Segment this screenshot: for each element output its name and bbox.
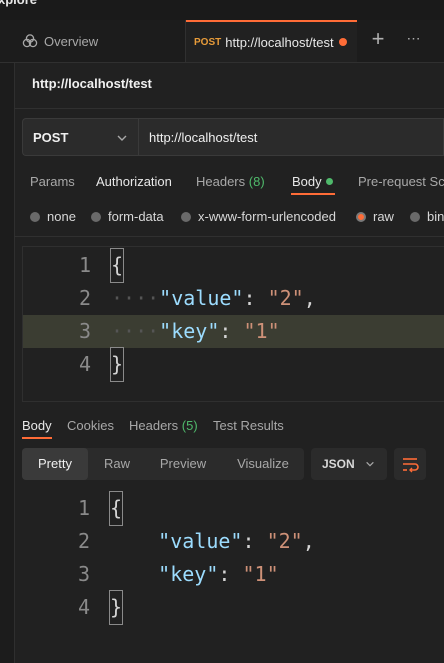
radio-circle-icon	[181, 211, 191, 222]
response-body-viewer[interactable]: 1 { 2 "value": "2", 3 "key": "1" 4 }	[22, 491, 444, 632]
response-headers-count-badge: (5)	[181, 418, 198, 433]
close-brace: }	[109, 347, 125, 382]
method-select-value: POST	[33, 129, 69, 145]
radio-selected-icon	[356, 211, 366, 222]
json-key: "value"	[159, 286, 244, 310]
code-line: 3 "key": "1"	[22, 558, 444, 591]
wrap-lines-button[interactable]	[394, 448, 426, 480]
radio-x-www-form-urlencoded[interactable]: x-www-form-urlencoded	[181, 209, 336, 224]
tab-headers-label: Headers	[196, 174, 246, 189]
line-number: 4	[78, 352, 91, 376]
view-pretty-button[interactable]: Pretty	[22, 448, 88, 480]
line-number: 1	[77, 496, 90, 520]
radio-form-data[interactable]: form-data	[91, 209, 164, 224]
active-tab-underline	[22, 437, 52, 439]
radio-circle-icon	[91, 211, 101, 222]
json-key: "key"	[158, 562, 219, 586]
tab-request-label: http://localhost/test	[225, 34, 334, 50]
wrap-lines-icon	[403, 458, 419, 473]
open-brace: {	[109, 248, 125, 283]
tab-request[interactable]: POST http://localhost/test	[186, 20, 357, 62]
json-value: "1"	[243, 319, 280, 343]
radio-circle-icon	[410, 211, 420, 222]
url-input-value: http://localhost/test	[149, 129, 258, 145]
code-line: 1 {	[22, 491, 444, 526]
response-format-select[interactable]: JSON	[311, 448, 387, 480]
view-raw-button[interactable]: Raw	[90, 448, 144, 480]
tab-headers[interactable]: Headers (8)	[196, 174, 265, 189]
response-tab-body[interactable]: Body	[22, 418, 52, 433]
radio-circle-icon	[30, 211, 40, 222]
tab-authorization[interactable]: Authorization	[96, 174, 172, 189]
code-line: 2 "value": "2",	[22, 525, 444, 558]
divider	[14, 108, 444, 109]
radio-label: bin	[427, 209, 444, 224]
json-key: "value"	[158, 529, 243, 553]
response-format-value: JSON	[322, 457, 355, 471]
method-select[interactable]: POST	[22, 118, 138, 156]
new-tab-button[interactable]: +	[366, 27, 390, 53]
response-tab-headers[interactable]: Headers (5)	[129, 418, 198, 433]
chevron-down-icon	[366, 461, 374, 467]
line-number: 3	[78, 319, 91, 343]
app-title: xplore	[0, 0, 37, 7]
line-number: 1	[78, 253, 91, 277]
code-line: 2 ····"value": "2",	[23, 282, 444, 315]
open-brace: {	[108, 491, 124, 526]
response-tab-test-results[interactable]: Test Results	[213, 418, 284, 433]
json-value: "1"	[242, 562, 279, 586]
more-tabs-icon[interactable]: ⋯	[400, 30, 428, 50]
chevron-down-icon	[117, 135, 127, 141]
code-line: 1 {	[23, 248, 444, 283]
json-key: "key"	[159, 319, 220, 343]
code-line: 4 }	[22, 590, 444, 625]
radio-raw[interactable]: raw	[356, 209, 394, 224]
tab-pre-request-script[interactable]: Pre-request Sc	[358, 174, 444, 189]
active-tab-underline	[291, 193, 335, 195]
radio-label: form-data	[108, 209, 164, 224]
response-tab-headers-label: Headers	[129, 418, 179, 433]
divider	[14, 236, 444, 237]
code-line: 4 }	[23, 347, 444, 382]
url-input[interactable]: http://localhost/test	[138, 118, 444, 156]
line-number: 4	[77, 595, 90, 619]
app-title-strip: xplore	[0, 0, 444, 20]
tab-overview[interactable]: Overview	[14, 20, 186, 62]
left-sidebar-rail	[0, 20, 15, 663]
json-value: "2"	[267, 286, 304, 310]
tab-method-badge: POST	[194, 36, 222, 48]
view-preview-button[interactable]: Preview	[150, 448, 216, 480]
line-number: 2	[77, 529, 90, 553]
json-value: "2"	[266, 529, 303, 553]
radio-none[interactable]: none	[30, 209, 76, 224]
tab-body[interactable]: Body	[292, 174, 322, 189]
body-active-dot-icon	[326, 178, 333, 185]
radio-label: none	[47, 209, 76, 224]
line-number: 2	[78, 286, 91, 310]
radio-label: raw	[373, 209, 394, 224]
tab-params[interactable]: Params	[30, 174, 75, 189]
response-tab-cookies[interactable]: Cookies	[67, 418, 114, 433]
radio-binary[interactable]: bin	[410, 209, 444, 224]
request-body-editor[interactable]: 1 { 2 ····"value": "2", 3 ····"key": "1"…	[22, 246, 444, 402]
unsaved-dot-icon	[339, 38, 347, 46]
request-name[interactable]: http://localhost/test	[32, 76, 152, 91]
radio-label: x-www-form-urlencoded	[198, 209, 336, 224]
overview-icon	[22, 34, 38, 48]
view-visualize-button[interactable]: Visualize	[226, 448, 300, 480]
tab-overview-label: Overview	[44, 33, 99, 49]
headers-count-badge: (8)	[248, 174, 265, 189]
close-brace: }	[108, 590, 124, 625]
code-line-highlighted: 3 ····"key": "1"	[23, 315, 444, 348]
line-number: 3	[77, 562, 90, 586]
